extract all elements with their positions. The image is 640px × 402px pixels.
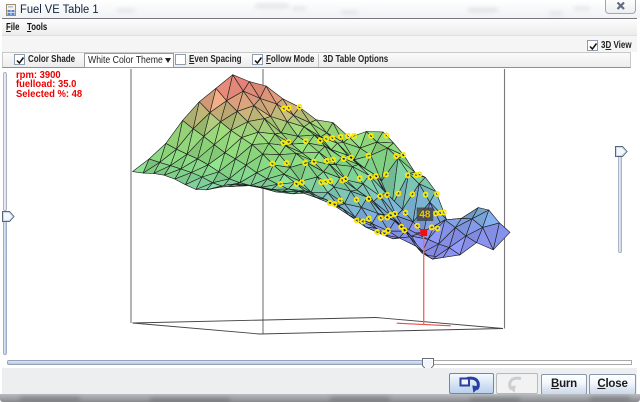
svg-text:48: 48 xyxy=(419,210,431,221)
